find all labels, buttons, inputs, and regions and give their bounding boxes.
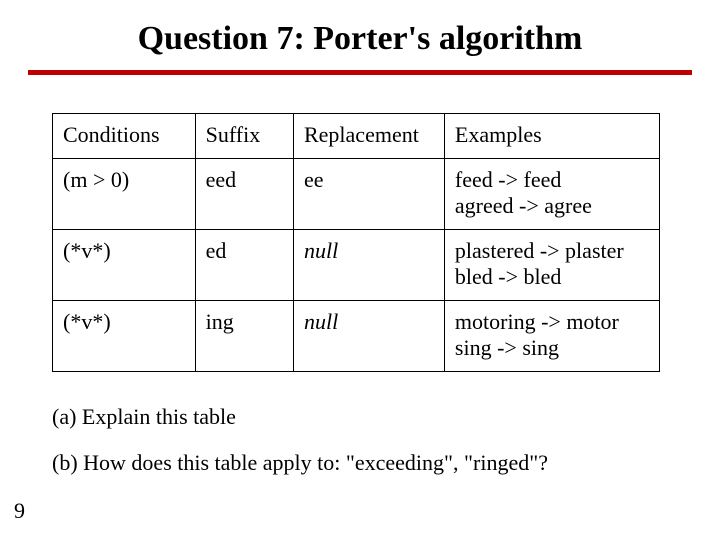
header-suffix: Suffix — [195, 114, 293, 159]
example-line: feed -> feed — [455, 167, 561, 192]
page-number: 9 — [14, 498, 25, 524]
example-line: bled -> bled — [455, 264, 562, 289]
slide-title: Question 7: Porter's algorithm — [0, 0, 720, 70]
header-replacement: Replacement — [293, 114, 444, 159]
cell-suffix: ing — [195, 301, 293, 372]
table-header-row: Conditions Suffix Replacement Examples — [53, 114, 660, 159]
cell-examples: motoring -> motor sing -> sing — [444, 301, 659, 372]
question-b: (b) How does this table apply to: "excee… — [52, 446, 680, 480]
cell-condition: (m > 0) — [53, 159, 196, 230]
table-row: (m > 0) eed ee feed -> feed agreed -> ag… — [53, 159, 660, 230]
header-conditions: Conditions — [53, 114, 196, 159]
content-area: Conditions Suffix Replacement Examples (… — [0, 75, 720, 480]
slide: Question 7: Porter's algorithm Condition… — [0, 0, 720, 540]
cell-condition: (*v*) — [53, 301, 196, 372]
cell-replacement: null — [293, 301, 444, 372]
porter-table: Conditions Suffix Replacement Examples (… — [52, 113, 660, 372]
questions: (a) Explain this table (b) How does this… — [52, 400, 680, 480]
table-row: (*v*) ed null plastered -> plaster bled … — [53, 230, 660, 301]
cell-replacement: null — [293, 230, 444, 301]
question-a: (a) Explain this table — [52, 400, 680, 434]
example-line: agreed -> agree — [455, 193, 592, 218]
cell-condition: (*v*) — [53, 230, 196, 301]
example-line: plastered -> plaster — [455, 238, 624, 263]
example-line: motoring -> motor — [455, 309, 619, 334]
cell-suffix: eed — [195, 159, 293, 230]
header-examples: Examples — [444, 114, 659, 159]
table-row: (*v*) ing null motoring -> motor sing ->… — [53, 301, 660, 372]
example-line: sing -> sing — [455, 335, 559, 360]
cell-suffix: ed — [195, 230, 293, 301]
cell-replacement: ee — [293, 159, 444, 230]
cell-examples: feed -> feed agreed -> agree — [444, 159, 659, 230]
cell-examples: plastered -> plaster bled -> bled — [444, 230, 659, 301]
